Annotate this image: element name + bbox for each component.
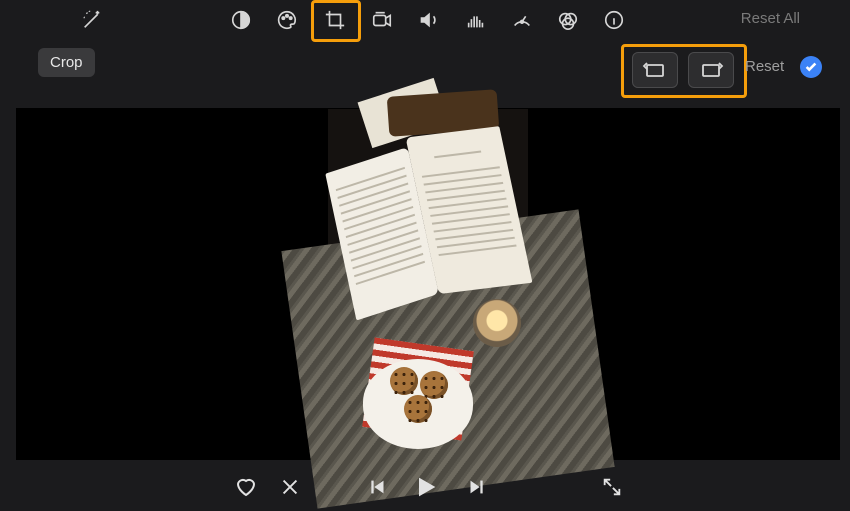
previous-icon[interactable] bbox=[364, 473, 392, 501]
reset-all-button[interactable]: Reset All bbox=[741, 10, 800, 27]
volume-icon[interactable] bbox=[414, 6, 442, 34]
rotate-cw-button[interactable] bbox=[688, 52, 734, 88]
reset-button[interactable]: Reset bbox=[745, 58, 784, 75]
preview-image bbox=[328, 109, 528, 459]
confirm-button[interactable] bbox=[800, 56, 822, 78]
contrast-icon[interactable] bbox=[227, 6, 255, 34]
video-camera-icon[interactable] bbox=[368, 6, 396, 34]
favorite-heart-icon[interactable] bbox=[232, 473, 260, 501]
equalizer-icon[interactable] bbox=[462, 6, 490, 34]
palette-icon[interactable] bbox=[273, 6, 301, 34]
playback-bar bbox=[0, 465, 850, 511]
info-icon[interactable] bbox=[600, 6, 628, 34]
play-icon[interactable] bbox=[412, 473, 440, 501]
next-icon[interactable] bbox=[462, 473, 490, 501]
editor-toolbar: Reset All bbox=[0, 0, 850, 40]
fullscreen-expand-icon[interactable] bbox=[598, 473, 626, 501]
magic-wand-icon[interactable] bbox=[78, 6, 106, 34]
filters-overlap-icon[interactable] bbox=[554, 6, 582, 34]
rotate-ccw-button[interactable] bbox=[632, 52, 678, 88]
image-viewport[interactable] bbox=[16, 108, 840, 460]
crop-mode-badge: Crop bbox=[38, 48, 95, 77]
crop-icon[interactable] bbox=[321, 6, 349, 34]
reject-x-icon[interactable] bbox=[276, 473, 304, 501]
speed-gauge-icon[interactable] bbox=[508, 6, 536, 34]
